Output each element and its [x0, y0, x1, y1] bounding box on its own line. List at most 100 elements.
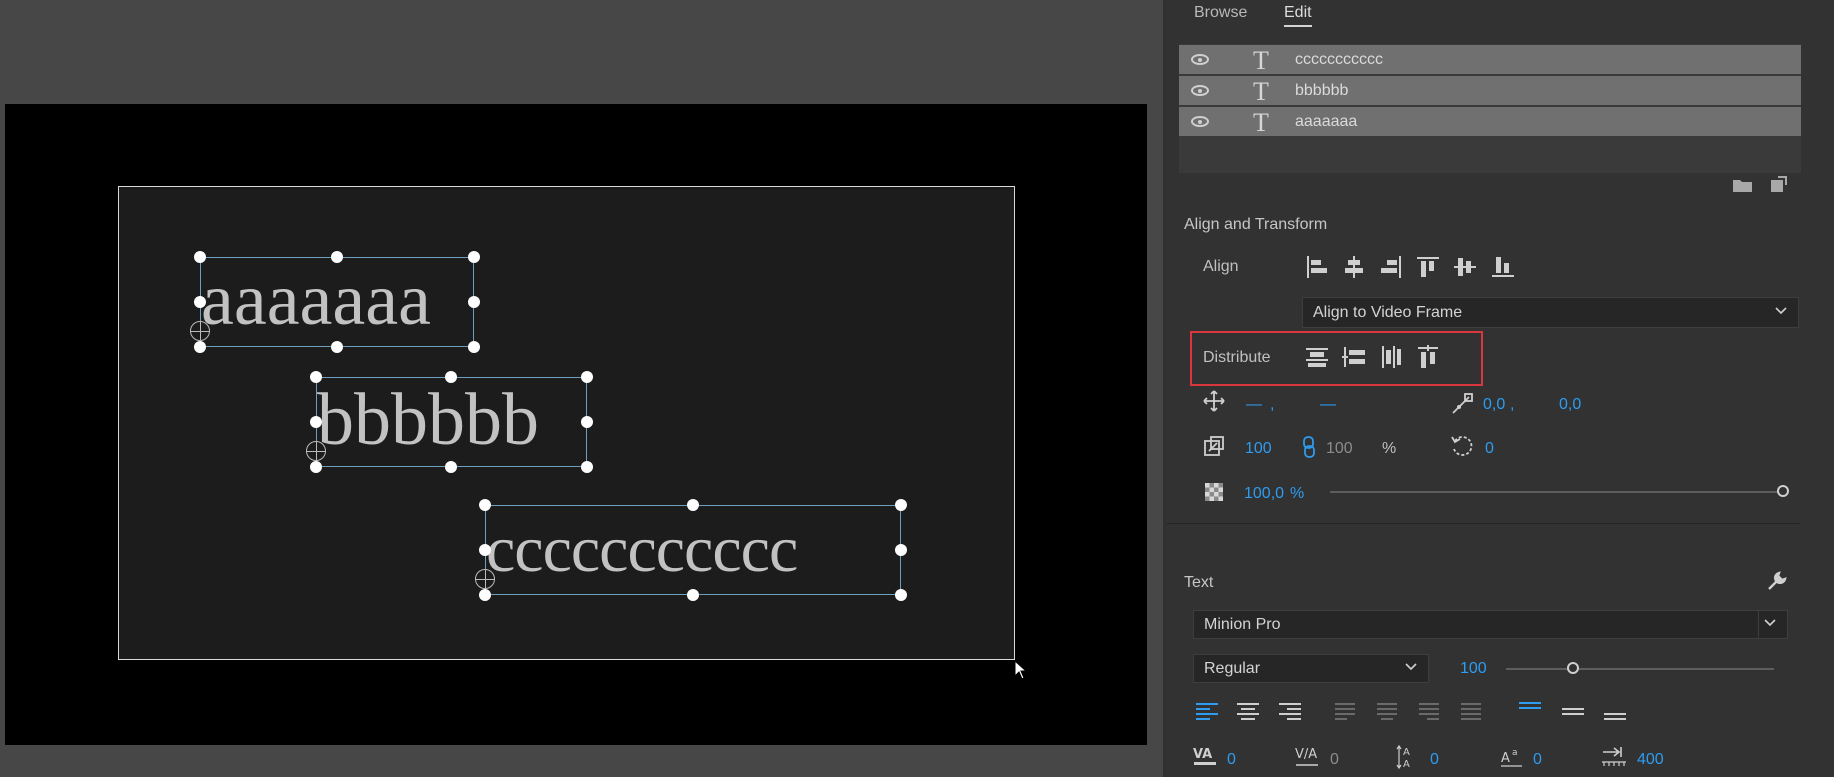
handle-b-bl[interactable]	[310, 461, 322, 473]
eye-icon[interactable]	[1191, 116, 1209, 127]
text-clip-c[interactable]: ccccccccccc	[485, 505, 901, 595]
opacity-slider-track[interactable]	[1330, 491, 1782, 493]
text-clip-a[interactable]: aaaaaaa	[200, 257, 474, 347]
distribute-vertical-center-icon[interactable]	[1304, 344, 1330, 370]
new-layer-icon[interactable]	[1767, 176, 1793, 202]
font-family-dropdown[interactable]: Minion Pro	[1193, 610, 1788, 639]
svg-text:a: a	[1512, 748, 1518, 758]
opacity-slider-knob[interactable]	[1777, 485, 1789, 497]
justify-all-icon[interactable]	[1459, 700, 1485, 726]
handle-c-br[interactable]	[895, 589, 907, 601]
align-text-top-icon[interactable]	[1517, 700, 1543, 726]
align-label: Align	[1203, 258, 1239, 275]
scale-icon	[1203, 435, 1229, 461]
section-title-align-transform: Align and Transform	[1184, 216, 1328, 233]
align-to-dropdown[interactable]: Align to Video Frame	[1302, 297, 1799, 328]
handle-a-tr[interactable]	[468, 251, 480, 263]
handle-a-ml[interactable]	[194, 296, 206, 308]
tab-width-value[interactable]: 400	[1637, 751, 1664, 769]
align-top-icon[interactable]	[1415, 254, 1441, 280]
align-text-bottom-icon[interactable]	[1602, 700, 1628, 726]
clip-c-text: ccccccccccc	[486, 513, 798, 586]
handle-b-tr[interactable]	[581, 371, 593, 383]
handle-c-tr[interactable]	[895, 499, 907, 511]
kerning-value[interactable]: 0	[1227, 751, 1236, 769]
handle-a-tm[interactable]	[331, 251, 343, 263]
handle-c-mr[interactable]	[895, 544, 907, 556]
handle-a-br[interactable]	[468, 341, 480, 353]
justify-last-right-icon[interactable]	[1417, 700, 1443, 726]
text-clip-b[interactable]: bbbbbb	[316, 377, 587, 467]
layer-item-b[interactable]: T bbbbbb	[1179, 76, 1801, 106]
handle-a-bl[interactable]	[194, 341, 206, 353]
align-left-icon[interactable]	[1304, 254, 1330, 280]
tracking-icon: V/A	[1294, 744, 1320, 770]
scale-value[interactable]: 100	[1245, 440, 1272, 458]
new-group-folder-icon[interactable]	[1731, 176, 1757, 202]
leading-value[interactable]: 0	[1430, 751, 1439, 769]
layer-item-c[interactable]: T ccccccccccc	[1179, 45, 1801, 75]
clip-a-anchor-icon[interactable]	[190, 321, 210, 341]
distribute-horizontal-spacing-icon[interactable]	[1341, 344, 1367, 370]
justify-last-left-icon[interactable]	[1333, 700, 1359, 726]
handle-a-bm[interactable]	[331, 341, 343, 353]
font-style-dropdown[interactable]: Regular	[1193, 654, 1429, 683]
align-text-middle-icon[interactable]	[1560, 700, 1586, 726]
anchor-y-value[interactable]: 0,0	[1559, 396, 1581, 414]
handle-c-bl[interactable]	[479, 589, 491, 601]
baseline-shift-value[interactable]: 0	[1533, 751, 1542, 769]
layer-item-a[interactable]: T aaaaaaa	[1179, 107, 1801, 137]
handle-b-tm[interactable]	[445, 371, 457, 383]
handle-a-mr[interactable]	[468, 296, 480, 308]
tracking-value[interactable]: 0	[1330, 751, 1339, 769]
link-chain-icon[interactable]	[1302, 436, 1328, 462]
justify-last-center-icon[interactable]	[1375, 700, 1401, 726]
font-size-value[interactable]: 100	[1460, 660, 1487, 678]
opacity-value[interactable]: 100,0	[1244, 485, 1284, 503]
position-move-icon	[1203, 390, 1229, 416]
text-layer-icon: T	[1253, 46, 1269, 75]
handle-a-tl[interactable]	[194, 251, 206, 263]
handle-b-bm[interactable]	[445, 461, 457, 473]
distribute-horizontal-center-icon[interactable]	[1378, 344, 1404, 370]
position-y-value[interactable]: —	[1320, 396, 1336, 414]
align-to-value: Align to Video Frame	[1313, 304, 1463, 321]
tab-width-icon	[1600, 744, 1626, 770]
align-right-icon[interactable]	[1378, 254, 1404, 280]
handle-c-tl[interactable]	[479, 499, 491, 511]
align-text-left-icon[interactable]	[1194, 700, 1220, 726]
handle-b-ml[interactable]	[310, 416, 322, 428]
baseline-shift-icon: Aa	[1500, 744, 1526, 770]
align-bottom-icon[interactable]	[1490, 254, 1516, 280]
font-size-slider-knob[interactable]	[1567, 662, 1579, 674]
layer-name: bbbbbb	[1295, 82, 1349, 99]
clip-a-text: aaaaaaa	[201, 259, 431, 341]
tab-browse[interactable]: Browse	[1194, 4, 1247, 22]
position-x-value[interactable]: —	[1246, 396, 1262, 414]
align-text-center-icon[interactable]	[1235, 700, 1261, 726]
clip-b-anchor-icon[interactable]	[306, 441, 326, 461]
tab-edit[interactable]: Edit	[1284, 4, 1312, 27]
font-size-slider-track[interactable]	[1506, 668, 1774, 670]
align-text-right-icon[interactable]	[1277, 700, 1303, 726]
rotation-value[interactable]: 0	[1485, 440, 1494, 458]
distribute-vertical-spacing-icon[interactable]	[1415, 344, 1441, 370]
layer-name: ccccccccccc	[1295, 51, 1383, 68]
handle-c-ml[interactable]	[479, 544, 491, 556]
anchor-x-value[interactable]: 0,0	[1483, 396, 1505, 414]
clip-c-anchor-icon[interactable]	[475, 569, 495, 589]
svg-text:A: A	[1403, 747, 1410, 758]
eye-icon[interactable]	[1191, 85, 1209, 96]
wrench-icon[interactable]	[1766, 570, 1792, 596]
align-center-horizontal-icon[interactable]	[1341, 254, 1367, 280]
chevron-down-icon	[1404, 660, 1418, 679]
align-center-vertical-icon[interactable]	[1452, 254, 1478, 280]
handle-c-bm[interactable]	[687, 589, 699, 601]
handle-b-br[interactable]	[581, 461, 593, 473]
section-title-text: Text	[1184, 574, 1214, 591]
handle-b-mr[interactable]	[581, 416, 593, 428]
svg-text:V/A: V/A	[1295, 747, 1317, 762]
eye-icon[interactable]	[1191, 54, 1209, 65]
handle-c-tm[interactable]	[687, 499, 699, 511]
handle-b-tl[interactable]	[310, 371, 322, 383]
